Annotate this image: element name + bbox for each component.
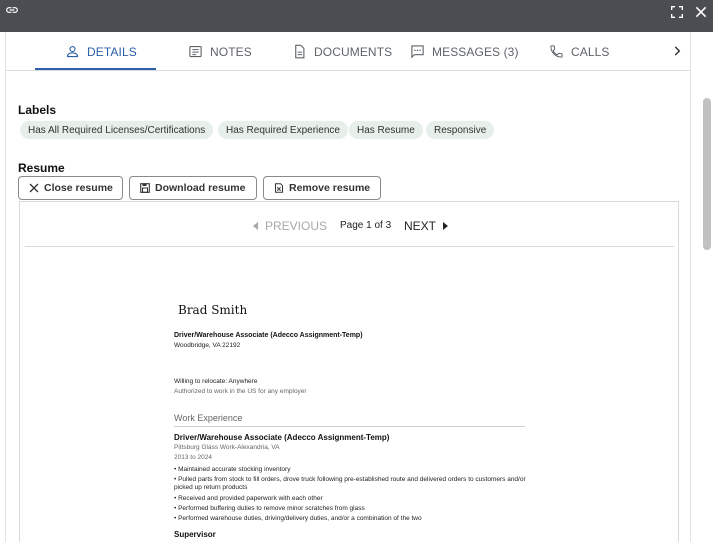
tab-label: CALLS bbox=[571, 44, 610, 59]
tab-label: MESSAGES (3) bbox=[432, 44, 519, 59]
remove-document-icon bbox=[275, 183, 283, 193]
scrollbar[interactable] bbox=[703, 98, 711, 250]
resume-heading: Resume bbox=[18, 161, 65, 175]
job-title: Driver/Warehouse Associate (Adecco Assig… bbox=[174, 433, 390, 442]
list-item: • Received and provided paperwork with e… bbox=[174, 494, 323, 502]
close-icon[interactable] bbox=[693, 4, 709, 20]
label-chip: Responsive bbox=[426, 121, 495, 139]
caret-left-icon bbox=[253, 222, 258, 230]
person-icon bbox=[66, 45, 79, 58]
labels-heading: Labels bbox=[18, 103, 57, 117]
resume-pager: PREVIOUS Page 1 of 3 NEXT bbox=[20, 202, 678, 247]
label-chip: Has Resume bbox=[349, 121, 423, 139]
job-dates: 2013 to 2024 bbox=[174, 454, 212, 461]
next-job-title: Supervisor bbox=[174, 530, 216, 539]
page-indicator: Page 1 of 3 bbox=[340, 220, 392, 231]
tab-label: NOTES bbox=[210, 44, 252, 59]
tab-details[interactable]: DETAILS bbox=[65, 32, 137, 71]
tab-notes[interactable]: NOTES bbox=[188, 32, 252, 71]
close-resume-label: Close resume bbox=[44, 182, 113, 194]
chevron-right-icon[interactable] bbox=[670, 44, 684, 58]
tab-documents[interactable]: DOCUMENTS bbox=[292, 32, 392, 71]
divider bbox=[174, 426, 525, 427]
remove-resume-label: Remove resume bbox=[289, 182, 371, 194]
link-icon[interactable] bbox=[4, 3, 20, 17]
job-bullets: • Maintained accurate stocking inventory… bbox=[174, 466, 534, 525]
label-chip: Has Required Experience bbox=[218, 121, 348, 139]
next-label: NEXT bbox=[404, 219, 437, 233]
phone-icon bbox=[550, 45, 563, 58]
message-icon bbox=[411, 45, 424, 59]
active-tab-indicator bbox=[35, 68, 156, 70]
fullscreen-icon[interactable] bbox=[669, 4, 685, 20]
label-chip: Has All Required Licenses/Certifications bbox=[20, 121, 214, 139]
previous-label: PREVIOUS bbox=[265, 219, 328, 233]
list-item: • Performed buffering duties to remove m… bbox=[174, 504, 365, 512]
job-company: Pittsburg Glass Work-Alexandria, VA bbox=[174, 444, 280, 451]
tab-calls[interactable]: CALLS bbox=[549, 32, 610, 71]
relocate-text: Willing to relocate: Anywhere bbox=[174, 378, 258, 385]
window-title-bar bbox=[0, 0, 713, 32]
tab-label: DOCUMENTS bbox=[314, 44, 393, 59]
list-item: • Maintained accurate stocking inventory bbox=[174, 466, 291, 473]
close-resume-button[interactable]: Close resume bbox=[18, 176, 123, 200]
save-icon bbox=[140, 183, 150, 193]
candidate-location: Woodbridge, VA 22192 bbox=[174, 342, 241, 349]
resume-page: Brad Smith Driver/Warehouse Associate (A… bbox=[20, 247, 678, 542]
candidate-panel: DETAILS NOTES DOCUMENTS MESSAGES (3) CAL… bbox=[5, 32, 691, 542]
next-page-button[interactable]: NEXT bbox=[404, 219, 449, 233]
candidate-headline: Driver/Warehouse Associate (Adecco Assig… bbox=[174, 332, 363, 339]
resume-viewer: PREVIOUS Page 1 of 3 NEXT Brad Smith Dri… bbox=[19, 201, 679, 542]
notes-icon bbox=[189, 45, 202, 58]
previous-page-button[interactable]: PREVIOUS bbox=[253, 219, 327, 233]
download-resume-button[interactable]: Download resume bbox=[129, 176, 257, 200]
tab-bar: DETAILS NOTES DOCUMENTS MESSAGES (3) CAL… bbox=[6, 32, 690, 71]
authorization-text: Authorized to work in the US for any emp… bbox=[174, 388, 307, 395]
caret-right-icon bbox=[443, 222, 449, 230]
tab-label: DETAILS bbox=[87, 44, 137, 59]
tab-messages[interactable]: MESSAGES (3) bbox=[410, 32, 519, 71]
close-icon bbox=[29, 183, 39, 193]
download-resume-label: Download resume bbox=[155, 182, 246, 194]
list-item: • Performed warehouse duties, driving/de… bbox=[174, 515, 422, 523]
document-icon bbox=[295, 44, 305, 59]
remove-resume-button[interactable]: Remove resume bbox=[263, 176, 381, 200]
work-experience-heading: Work Experience bbox=[174, 413, 243, 423]
list-item: • Pulled parts from stock to fill orders… bbox=[174, 476, 526, 492]
candidate-name: Brad Smith bbox=[178, 303, 248, 317]
